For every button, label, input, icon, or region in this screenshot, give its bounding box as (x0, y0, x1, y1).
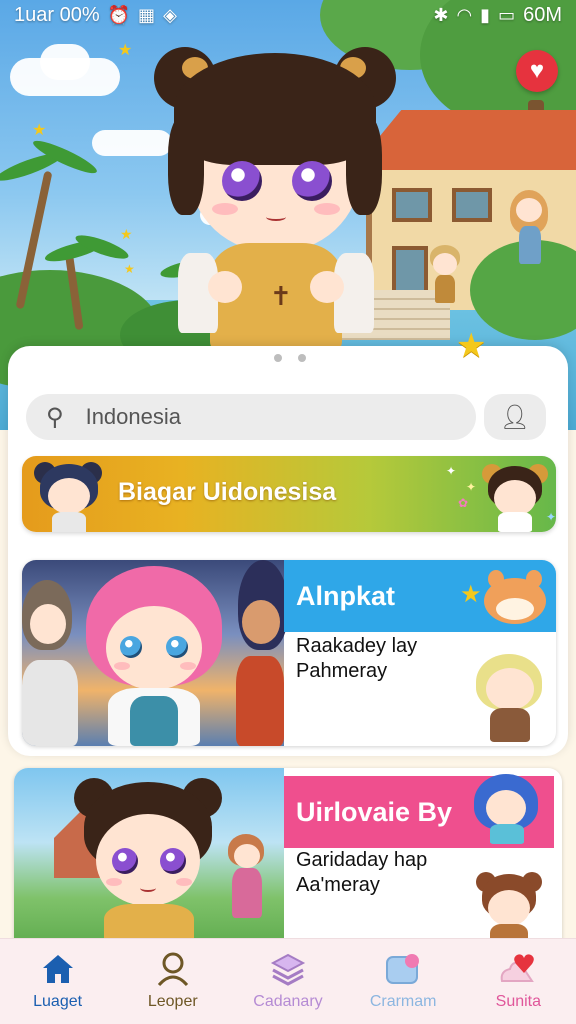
nav-label: Luaget (33, 993, 83, 1010)
wifi-icon: ◠ (456, 4, 473, 25)
nav-label: Crarmam (369, 993, 437, 1010)
sparkle-icon: ✿ (458, 496, 469, 510)
card-illustration (14, 768, 284, 954)
cross-pendant-icon: ✝ (270, 281, 292, 311)
card-character-pink-hair (86, 566, 226, 746)
card-description: Garidaday hap Aa'meray (296, 848, 427, 898)
nav-item-stack[interactable]: Cadanary (233, 951, 343, 1011)
stack-icon (268, 951, 308, 987)
chat-icon (383, 951, 423, 987)
bottom-navigation: Luaget Leoper Cadanary Crarmam Sunita (0, 938, 576, 1024)
card-desc-line: Pahmeray (296, 660, 388, 682)
sky-star-icon: ★ (32, 122, 47, 139)
sparkle-icon: ✦ (446, 464, 457, 478)
character-blush (314, 203, 340, 215)
star-icon: ★ (456, 327, 487, 365)
character-mouth (266, 213, 286, 221)
profile-button[interactable]: 👤︎ (484, 394, 546, 440)
page-indicator (274, 354, 306, 362)
sky-star-icon: ★ (120, 226, 133, 242)
character-fist (310, 271, 344, 303)
nav-label: Leoper (147, 993, 198, 1010)
story-card[interactable]: Uirlovaie By Garidaday hap Aa'meray (14, 768, 562, 954)
main-character: ✝ (150, 25, 400, 355)
card-description: Raakadey lay Pahmeray (296, 634, 417, 684)
character-eye (292, 161, 332, 201)
status-bar: 1uar 00% ⏰ ▦ ◈ ✱ ◠ ▮ ▭ 60M (0, 0, 576, 30)
banner-title: Biagar Uidonesisa (118, 478, 337, 506)
home-icon (38, 951, 78, 987)
nav-item-home[interactable]: Luaget (3, 951, 113, 1011)
battery-icon: ▭ (498, 4, 516, 25)
card-desc-line: Aa'meray (296, 874, 380, 896)
card-desc-line: Raakadey lay (296, 635, 418, 657)
character-hair (168, 115, 204, 215)
blue-hair-character (474, 774, 544, 844)
background-character (226, 834, 266, 924)
gallery-icon: ▦ (138, 4, 156, 25)
bluetooth-icon: ✱ (433, 4, 449, 25)
card-caption-text: Uirlovaie By (296, 796, 453, 827)
star-icon: ★ (460, 581, 482, 608)
content-panel: ⚲ 👤︎ Biagar Uidonesisa ✦ ✿ ✦ ✦ (8, 346, 568, 756)
background-character (510, 190, 550, 270)
banner-character (480, 460, 550, 532)
character-fist (208, 271, 242, 303)
character-hair (346, 115, 382, 215)
page-dot (274, 354, 282, 362)
background-character (428, 245, 462, 305)
sky-star-icon: ★ (118, 42, 133, 59)
person-icon (153, 951, 193, 987)
alarm-icon: ⏰ (107, 4, 131, 25)
nav-item-chat[interactable]: Crarmam (348, 951, 458, 1011)
page-dot (298, 354, 306, 362)
nav-label: Sunita (495, 993, 542, 1010)
sky-star-icon: ★ (124, 262, 135, 276)
story-card[interactable]: Alnpkat ★ Raakadey lay Pahmeray (22, 560, 556, 746)
cat-mascot (484, 568, 546, 624)
blonde-character (476, 654, 546, 744)
signal-icon: ▮ (480, 4, 491, 25)
search-bar[interactable]: ⚲ (26, 394, 476, 440)
user-icon: 👤︎ (499, 403, 531, 431)
location-icon: ◈ (163, 4, 177, 25)
promo-banner[interactable]: Biagar Uidonesisa ✦ ✿ ✦ ✦ (22, 456, 556, 532)
heart-cloud-icon (498, 951, 538, 987)
card-caption-text: Alnpkat (296, 580, 396, 611)
nav-item-person[interactable]: Leoper (118, 951, 228, 1011)
character-eye (222, 161, 262, 201)
character-blush (212, 203, 238, 215)
side-character (22, 580, 82, 746)
nav-label: Cadanary (253, 993, 323, 1010)
search-icon: ⚲ (46, 403, 64, 431)
favorite-heart-button[interactable]: ♥ (516, 50, 558, 92)
status-time: 60M (523, 3, 562, 26)
card-character-brown-hair (74, 774, 224, 954)
cloud (40, 44, 90, 80)
banner-character (34, 458, 104, 532)
heart-icon: ♥ (529, 57, 545, 84)
status-left-text: 1uar 00% (14, 3, 100, 26)
side-character (228, 560, 288, 746)
sparkle-icon: ✦ (466, 480, 477, 494)
nav-item-favorites[interactable]: Sunita (463, 951, 573, 1011)
house-window (452, 188, 492, 222)
search-input[interactable] (85, 404, 406, 430)
card-desc-line: Garidaday hap (296, 849, 428, 871)
card-illustration (22, 560, 288, 746)
